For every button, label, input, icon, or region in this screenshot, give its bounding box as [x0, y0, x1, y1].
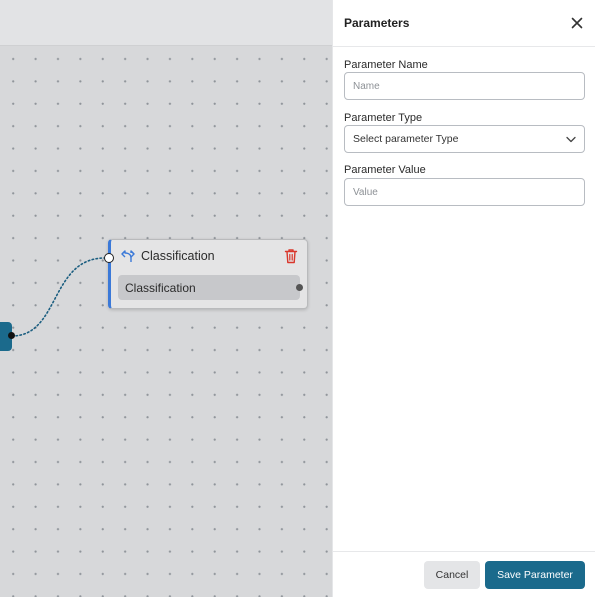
- parameter-type-selected: Select parameter Type: [353, 133, 459, 145]
- panel-header: Parameters: [333, 0, 595, 47]
- node-output-handle[interactable]: [296, 284, 303, 291]
- canvas-toolbar: [0, 0, 332, 46]
- cancel-button[interactable]: Cancel: [424, 561, 480, 589]
- parameter-type-label: Parameter Type: [344, 112, 423, 124]
- close-icon[interactable]: [571, 17, 583, 29]
- panel-footer: Cancel Save Parameter: [333, 551, 595, 597]
- trash-icon[interactable]: [284, 248, 298, 264]
- split-arrows-icon: [121, 250, 135, 262]
- panel-title: Parameters: [344, 16, 410, 30]
- source-output-handle[interactable]: [8, 332, 15, 339]
- parameter-value-input[interactable]: [344, 178, 585, 206]
- parameter-name-label: Parameter Name: [344, 59, 428, 71]
- parameter-type-select[interactable]: Select parameter Type: [344, 125, 585, 153]
- parameters-panel: Parameters Parameter Name Parameter Type…: [332, 0, 595, 597]
- parameter-name-input[interactable]: [344, 72, 585, 100]
- parameter-value-label: Parameter Value: [344, 164, 426, 176]
- node-output-port: Classification: [118, 275, 300, 300]
- flow-canvas[interactable]: Classification Classification: [0, 0, 332, 597]
- chevron-down-icon: [566, 136, 576, 143]
- save-parameter-button[interactable]: Save Parameter: [485, 561, 585, 589]
- node-title: Classification: [141, 249, 215, 263]
- node-input-handle[interactable]: [104, 253, 114, 263]
- classification-node[interactable]: Classification Classification: [108, 239, 308, 309]
